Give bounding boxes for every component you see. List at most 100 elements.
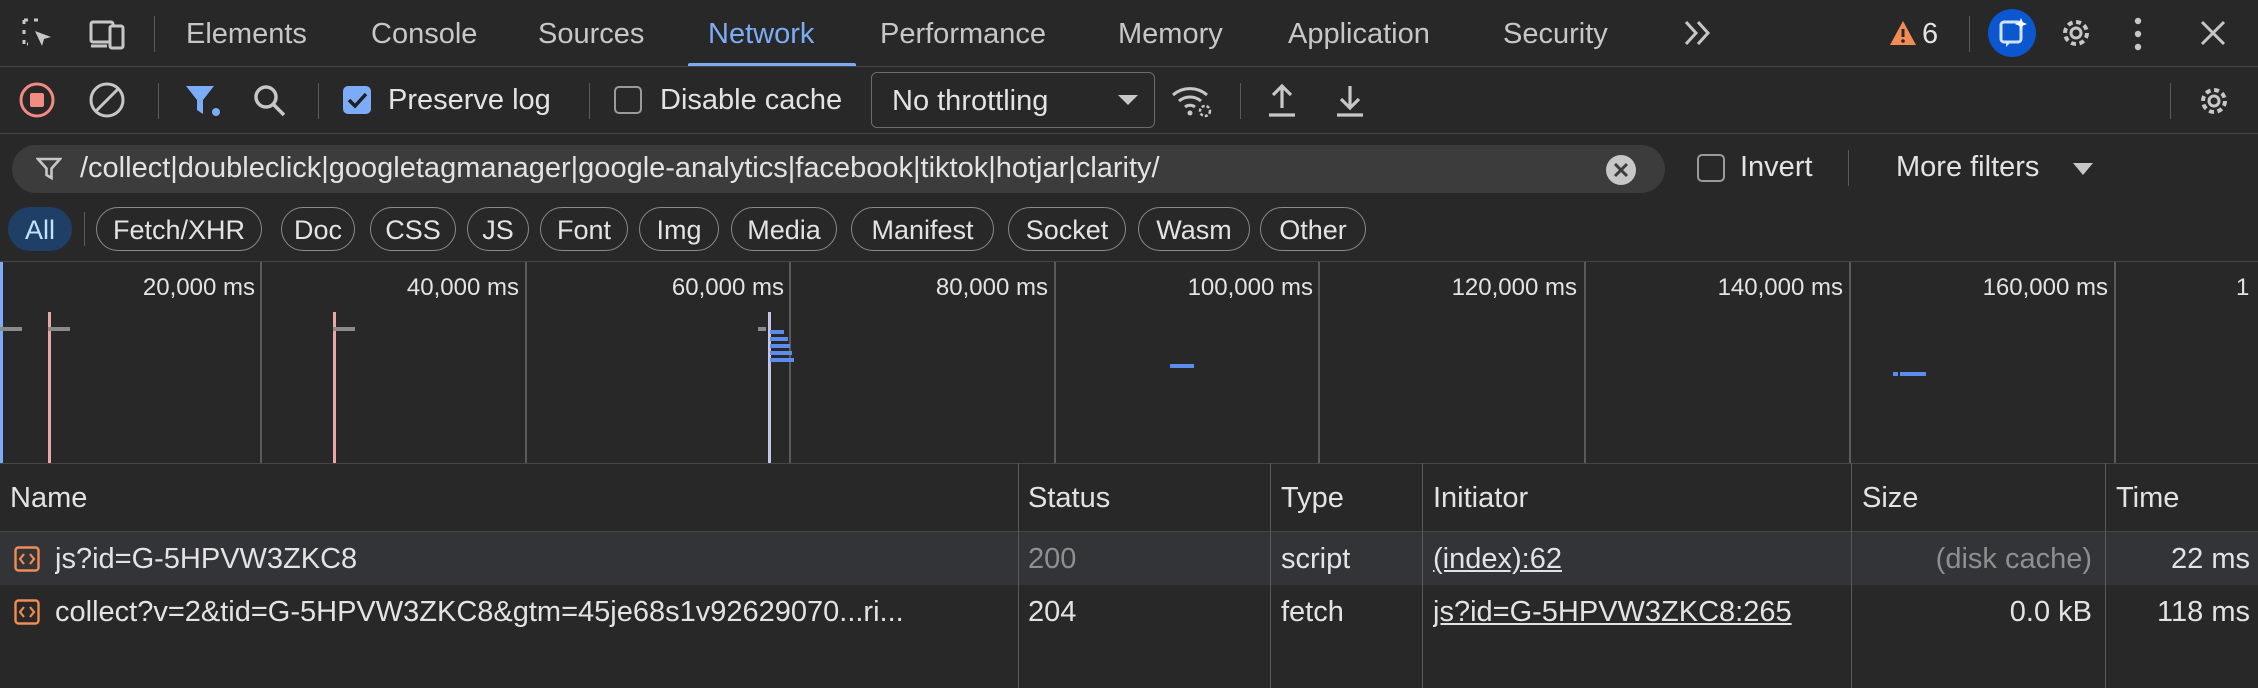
more-vertical-icon[interactable] xyxy=(2132,16,2144,52)
export-har-icon[interactable] xyxy=(1334,82,1366,120)
request-waiting-bar xyxy=(333,327,355,331)
disable-cache-checkbox[interactable] xyxy=(614,86,642,114)
column-divider[interactable] xyxy=(1422,463,1423,688)
filter-value: /collect|doubleclick|googletagmanager|go… xyxy=(80,152,1160,184)
network-overview[interactable]: 20,000 ms 40,000 ms 60,000 ms 80,000 ms … xyxy=(0,261,2258,464)
tab-network[interactable]: Network xyxy=(708,0,814,66)
column-header-size[interactable]: Size xyxy=(1862,463,1918,531)
overview-tick-label: 120,000 ms xyxy=(1451,274,1577,301)
overview-tick-label: 80,000 ms xyxy=(935,274,1048,301)
devtools-tab-bar: Elements Console Sources Network Perform… xyxy=(0,0,2258,67)
tab-application[interactable]: Application xyxy=(1288,0,1430,66)
settings-gear-icon[interactable] xyxy=(2057,14,2095,52)
type-filter-manifest[interactable]: Manifest xyxy=(851,207,994,251)
type-filter-all[interactable]: All xyxy=(8,207,72,251)
tab-performance[interactable]: Performance xyxy=(880,0,1046,66)
throttling-value: No throttling xyxy=(892,85,1049,117)
overview-grid-line xyxy=(1318,262,1320,463)
request-size: (disk cache) xyxy=(1935,543,2092,575)
ai-assistance-icon[interactable] xyxy=(1988,9,2036,57)
column-header-type[interactable]: Type xyxy=(1281,463,1344,531)
disable-cache-label: Disable cache xyxy=(660,84,843,116)
overview-grid-line xyxy=(260,262,262,463)
tab-memory[interactable]: Memory xyxy=(1118,0,1223,66)
tab-bar-divider xyxy=(154,16,155,52)
inspect-element-icon[interactable] xyxy=(20,16,56,52)
warning-icon[interactable] xyxy=(1888,19,1918,47)
request-initiator-link[interactable]: js?id=G-5HPVW3ZKC8:265 xyxy=(1433,585,1792,638)
type-filter-img[interactable]: Img xyxy=(639,207,719,251)
tab-security[interactable]: Security xyxy=(1503,0,1608,66)
load-event-marker xyxy=(333,312,336,463)
overview-grid-line xyxy=(525,262,527,463)
request-name[interactable]: js?id=G-5HPVW3ZKC8 xyxy=(55,532,1015,585)
type-filter-socket[interactable]: Socket xyxy=(1008,207,1126,251)
tab-sources[interactable]: Sources xyxy=(538,0,644,66)
request-download-bar xyxy=(1900,372,1926,376)
column-header-initiator[interactable]: Initiator xyxy=(1433,463,1528,531)
more-filters-dropdown-icon[interactable] xyxy=(2073,162,2093,176)
load-event-marker xyxy=(768,312,771,463)
table-row[interactable]: js?id=G-5HPVW3ZKC8 200 script (index):62… xyxy=(0,532,2258,585)
overview-selection-handle[interactable] xyxy=(0,262,3,463)
column-divider[interactable] xyxy=(1270,463,1271,688)
column-header-time[interactable]: Time xyxy=(2116,463,2179,531)
column-header-name[interactable]: Name xyxy=(10,463,87,531)
request-size: 0.0 kB xyxy=(2009,596,2092,628)
network-settings-gear-icon[interactable] xyxy=(2195,82,2233,120)
request-download-bar xyxy=(770,358,794,362)
request-download-bar xyxy=(770,351,792,355)
invert-checkbox[interactable] xyxy=(1697,154,1725,182)
type-filter-css[interactable]: CSS xyxy=(370,207,456,251)
type-filter-media[interactable]: Media xyxy=(731,207,837,251)
table-row[interactable]: collect?v=2&tid=G-5HPVW3ZKC8&gtm=45je68s… xyxy=(0,585,2258,638)
request-status: 200 xyxy=(1028,543,1077,575)
tab-console[interactable]: Console xyxy=(371,0,477,66)
overview-tick-label: 1 xyxy=(2236,274,2250,301)
request-type: fetch xyxy=(1281,596,1344,628)
request-initiator-link[interactable]: (index):62 xyxy=(1433,532,1562,585)
request-download-bar xyxy=(770,344,790,348)
type-filter-doc[interactable]: Doc xyxy=(281,207,355,251)
overview-grid-line xyxy=(1054,262,1056,463)
column-divider[interactable] xyxy=(1018,463,1019,688)
toolbar-divider xyxy=(1240,83,1241,119)
script-file-icon xyxy=(14,546,40,572)
type-filter-wasm[interactable]: Wasm xyxy=(1138,207,1250,251)
more-filters-button[interactable]: More filters xyxy=(1896,151,2039,184)
preserve-log-checkbox[interactable] xyxy=(343,86,371,114)
throttling-select[interactable]: No throttling xyxy=(871,72,1155,128)
type-filter-fetch-xhr[interactable]: Fetch/XHR xyxy=(96,207,262,251)
search-icon[interactable] xyxy=(252,83,288,119)
type-filter-other[interactable]: Other xyxy=(1260,207,1366,251)
column-divider[interactable] xyxy=(2105,463,2106,688)
table-header: Name Status Type Initiator Size Time xyxy=(0,463,2258,532)
request-name[interactable]: collect?v=2&tid=G-5HPVW3ZKC8&gtm=45je68s… xyxy=(55,585,1015,638)
filter-input[interactable]: /collect|doubleclick|googletagmanager|go… xyxy=(12,145,1665,193)
import-har-icon[interactable] xyxy=(1266,82,1298,120)
clear-filter-icon[interactable] xyxy=(1605,154,1637,186)
load-event-marker xyxy=(48,312,51,463)
active-tab-indicator xyxy=(688,63,856,66)
request-type: script xyxy=(1281,543,1351,575)
warning-count: 6 xyxy=(1922,18,1939,50)
overview-grid-line xyxy=(1849,262,1851,463)
clear-log-icon[interactable] xyxy=(88,81,126,119)
column-divider[interactable] xyxy=(1851,463,1852,688)
type-filter-font[interactable]: Font xyxy=(540,207,628,251)
overview-tick-label: 140,000 ms xyxy=(1717,274,1843,301)
toolbar-divider xyxy=(318,83,319,119)
device-toolbar-icon[interactable] xyxy=(88,16,128,52)
stop-recording-icon[interactable] xyxy=(18,81,56,119)
overview-tick-label: 100,000 ms xyxy=(1187,274,1313,301)
request-waiting-bar xyxy=(758,327,766,331)
network-conditions-icon[interactable] xyxy=(1170,82,1214,120)
tab-bar-divider-right xyxy=(1969,16,1970,52)
filter-funnel-icon xyxy=(36,156,62,182)
tab-elements[interactable]: Elements xyxy=(186,0,307,66)
column-header-status[interactable]: Status xyxy=(1028,463,1110,531)
chevron-double-right-icon[interactable] xyxy=(1682,18,1714,48)
type-filter-js[interactable]: JS xyxy=(467,207,529,251)
filter-icon[interactable] xyxy=(184,83,222,119)
close-icon[interactable] xyxy=(2198,18,2228,48)
